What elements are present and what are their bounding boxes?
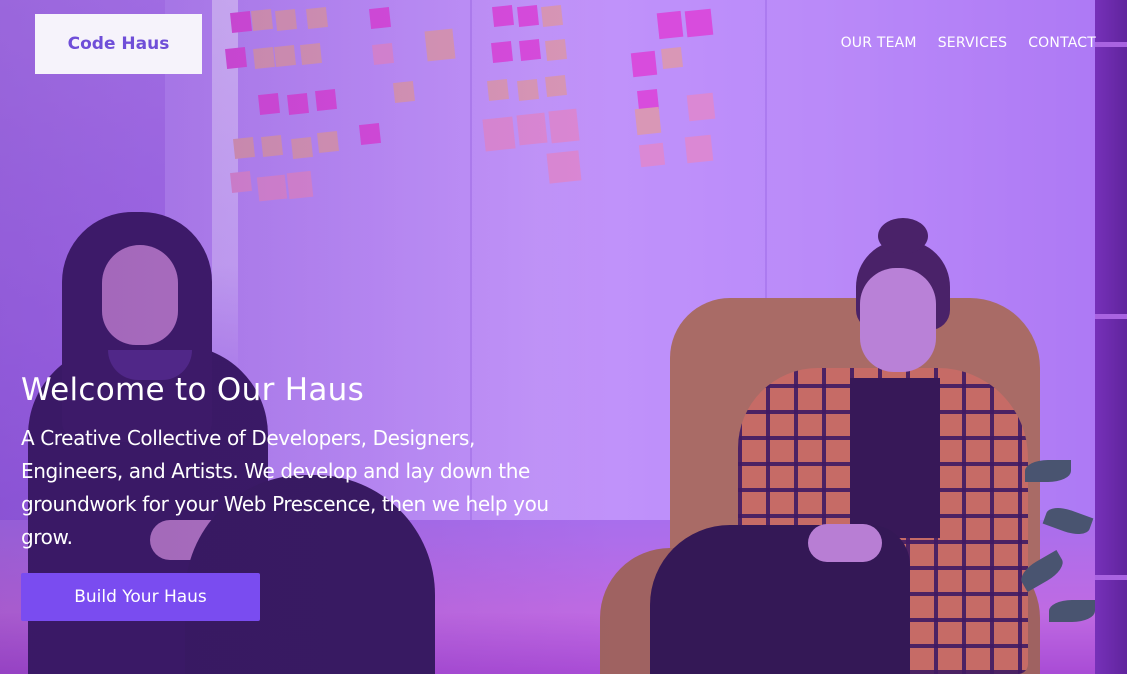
hero-title: Welcome to Our Haus (21, 372, 365, 408)
brand-logo[interactable]: Code Haus (35, 14, 202, 74)
brand-name: Code Haus (67, 34, 170, 54)
build-your-haus-button[interactable]: Build Your Haus (21, 573, 260, 621)
main-nav: OUR TEAM SERVICES CONTACT (841, 35, 1096, 51)
nav-link-our-team[interactable]: OUR TEAM (841, 35, 917, 51)
nav-link-services[interactable]: SERVICES (938, 35, 1008, 51)
nav-link-contact[interactable]: CONTACT (1028, 35, 1096, 51)
hero-subtitle: A Creative Collective of Developers, Des… (21, 426, 549, 549)
